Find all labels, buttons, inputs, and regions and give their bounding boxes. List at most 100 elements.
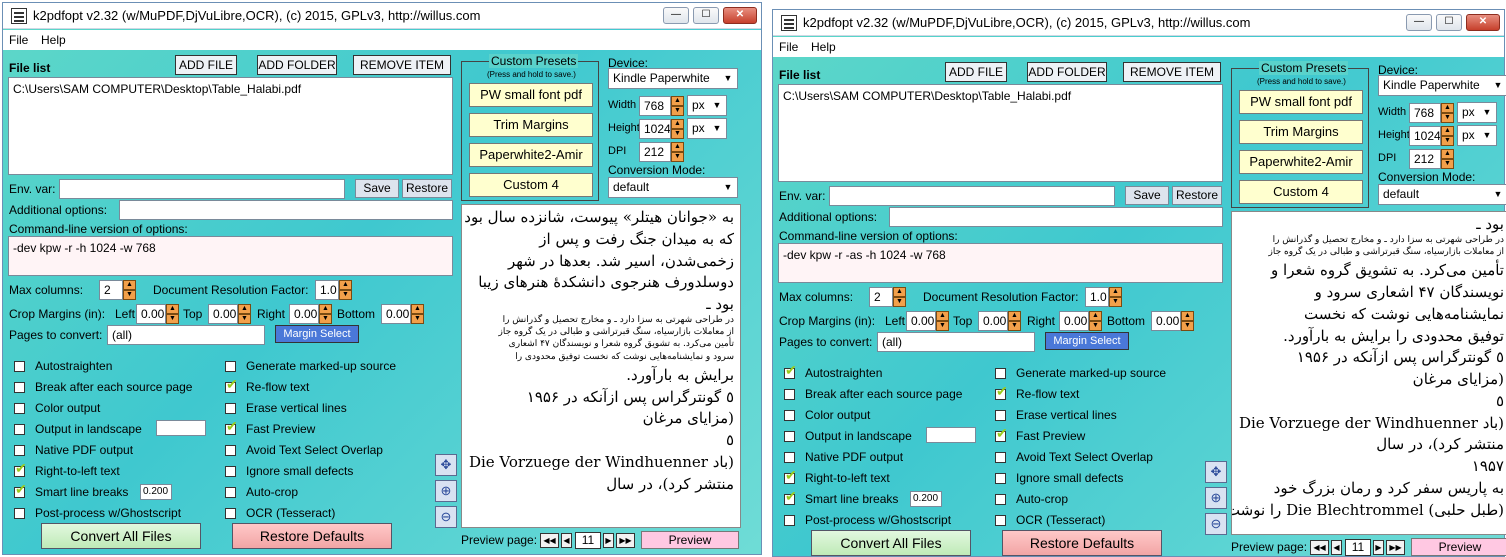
spin-down-icon[interactable]: ▼ xyxy=(1109,297,1122,307)
width-input[interactable]: 768 xyxy=(639,96,671,116)
prev-page-icon[interactable]: ◀ xyxy=(561,533,572,548)
spin-down-icon[interactable]: ▼ xyxy=(166,314,179,324)
crop-top-spinner[interactable]: ▲ ▼ xyxy=(238,304,251,324)
spin-down-icon[interactable]: ▼ xyxy=(671,106,684,116)
checkbox[interactable] xyxy=(995,515,1006,526)
max-columns-input[interactable]: 2 xyxy=(99,280,123,300)
additional-options-input[interactable] xyxy=(119,200,453,220)
spin-up-icon[interactable]: ▲ xyxy=(1089,311,1102,321)
checkbox-label[interactable]: Break after each source page xyxy=(805,387,962,401)
doc-res-input[interactable]: 1.0 xyxy=(315,280,339,300)
checkbox-label[interactable]: Avoid Text Select Overlap xyxy=(1016,450,1153,464)
chevron-down-icon[interactable]: ▼ xyxy=(1480,128,1494,143)
crop-bottom-input[interactable]: 0.00 xyxy=(1151,311,1181,331)
checkbox[interactable] xyxy=(225,403,236,414)
checkbox[interactable] xyxy=(995,494,1006,505)
preview-pane[interactable]: به «جوانان هیتلر» پیوست، شانزده سال بود ک… xyxy=(461,204,741,528)
checkbox[interactable] xyxy=(784,389,795,400)
first-page-icon[interactable]: ◀◀ xyxy=(1310,540,1329,555)
max-columns-spinner[interactable]: ▲ ▼ xyxy=(123,280,136,300)
zoom-in-icon[interactable]: ⊕ xyxy=(435,480,457,502)
crop-left-spinner[interactable]: ▲ ▼ xyxy=(936,311,949,331)
checkbox-label[interactable]: Native PDF output xyxy=(805,450,903,464)
dpi-input[interactable]: 212 xyxy=(639,142,671,162)
checkbox-label[interactable]: Native PDF output xyxy=(35,443,133,457)
device-select[interactable]: Kindle Paperwhite ▼ xyxy=(1378,75,1506,96)
max-columns-input[interactable]: 2 xyxy=(869,287,893,307)
dpi-spinner[interactable]: ▲ ▼ xyxy=(671,142,684,162)
smart-breaks-input[interactable]: 0.200 xyxy=(910,491,942,507)
checkbox-label[interactable]: Right-to-left text xyxy=(805,471,890,485)
checkbox-label[interactable]: Generate marked-up source xyxy=(246,359,396,373)
add-file-button[interactable]: ADD FILE xyxy=(175,55,237,75)
checkbox-label[interactable]: Ignore small defects xyxy=(1016,471,1123,485)
add-folder-button[interactable]: ADD FOLDER xyxy=(1027,62,1107,82)
preset-button[interactable]: Trim Margins xyxy=(1239,120,1363,144)
preset-button[interactable]: Paperwhite2-Amir xyxy=(1239,150,1363,174)
zoom-out-icon[interactable]: ⊖ xyxy=(435,506,457,528)
spin-up-icon[interactable]: ▲ xyxy=(1441,103,1454,113)
checkbox[interactable] xyxy=(225,445,236,456)
spin-up-icon[interactable]: ▲ xyxy=(238,304,251,314)
checkbox-label[interactable]: Re-flow text xyxy=(246,380,309,394)
remove-item-button[interactable]: REMOVE ITEM xyxy=(1123,62,1221,82)
spin-up-icon[interactable]: ▲ xyxy=(1441,126,1454,136)
restore-button[interactable]: Restore xyxy=(1172,186,1222,205)
cmdline-textbox[interactable]: -dev kpw -r -h 1024 -w 768 xyxy=(8,236,453,276)
checkbox-label[interactable]: OCR (Tesseract) xyxy=(1016,513,1105,527)
width-spinner[interactable]: ▲ ▼ xyxy=(671,96,684,116)
checkbox[interactable] xyxy=(995,452,1006,463)
crop-top-spinner[interactable]: ▲ ▼ xyxy=(1008,311,1021,331)
spin-up-icon[interactable]: ▲ xyxy=(893,287,906,297)
maximize-button[interactable]: ☐ xyxy=(1436,14,1462,31)
spin-down-icon[interactable]: ▼ xyxy=(319,314,332,324)
restore-button[interactable]: Restore xyxy=(402,179,452,198)
spin-down-icon[interactable]: ▼ xyxy=(893,297,906,307)
checkbox-label[interactable]: Color output xyxy=(35,401,100,415)
checkbox[interactable] xyxy=(995,425,1008,442)
chevron-down-icon[interactable]: ▼ xyxy=(710,98,724,113)
height-spinner[interactable]: ▲ ▼ xyxy=(1441,126,1454,146)
next-page-icon[interactable]: ▶ xyxy=(1373,540,1384,555)
chevron-down-icon[interactable]: ▼ xyxy=(721,180,735,195)
chevron-down-icon[interactable]: ▼ xyxy=(1491,78,1505,93)
prev-page-icon[interactable]: ◀ xyxy=(1331,540,1342,555)
checkbox-label[interactable]: Fast Preview xyxy=(1016,429,1085,443)
checkbox-label[interactable]: Post-process w/Ghostscript xyxy=(805,513,951,527)
spin-up-icon[interactable]: ▲ xyxy=(166,304,179,314)
checkbox[interactable] xyxy=(14,481,27,498)
minimize-button[interactable]: — xyxy=(663,7,689,24)
spin-up-icon[interactable]: ▲ xyxy=(671,119,684,129)
menu-file[interactable]: File xyxy=(779,40,798,54)
crop-left-input[interactable]: 0.00 xyxy=(906,311,936,331)
checkbox[interactable] xyxy=(14,361,25,372)
restore-defaults-button[interactable]: Restore Defaults xyxy=(232,523,392,549)
crop-left-spinner[interactable]: ▲ ▼ xyxy=(166,304,179,324)
spin-up-icon[interactable]: ▲ xyxy=(671,142,684,152)
height-input[interactable]: 1024 xyxy=(639,119,671,139)
margin-select-button[interactable]: Margin Select xyxy=(275,325,359,343)
spin-down-icon[interactable]: ▼ xyxy=(1441,113,1454,123)
checkbox-label[interactable]: Color output xyxy=(805,408,870,422)
checkbox[interactable] xyxy=(225,418,238,435)
checkbox[interactable] xyxy=(995,410,1006,421)
crop-right-input[interactable]: 0.00 xyxy=(289,304,319,324)
spin-down-icon[interactable]: ▼ xyxy=(1441,136,1454,146)
checkbox-label[interactable]: Re-flow text xyxy=(1016,387,1079,401)
crop-right-input[interactable]: 0.00 xyxy=(1059,311,1089,331)
close-button[interactable]: ✕ xyxy=(723,7,757,24)
checkbox[interactable] xyxy=(995,473,1006,484)
crop-top-input[interactable]: 0.00 xyxy=(208,304,238,324)
file-list-item[interactable]: C:\Users\SAM COMPUTER\Desktop\Table_Hala… xyxy=(783,89,1071,103)
crop-bottom-spinner[interactable]: ▲ ▼ xyxy=(1181,311,1194,331)
spin-down-icon[interactable]: ▼ xyxy=(238,314,251,324)
width-input[interactable]: 768 xyxy=(1409,103,1441,123)
conv-mode-select[interactable]: default ▼ xyxy=(1378,184,1506,205)
last-page-icon[interactable]: ▶▶ xyxy=(616,533,635,548)
smart-breaks-input[interactable]: 0.200 xyxy=(140,484,172,500)
spin-up-icon[interactable]: ▲ xyxy=(936,311,949,321)
device-select[interactable]: Kindle Paperwhite ▼ xyxy=(608,68,738,89)
chevron-down-icon[interactable]: ▼ xyxy=(1491,187,1505,202)
preset-button[interactable]: Custom 4 xyxy=(1239,180,1363,204)
checkbox-label[interactable]: OCR (Tesseract) xyxy=(246,506,335,520)
